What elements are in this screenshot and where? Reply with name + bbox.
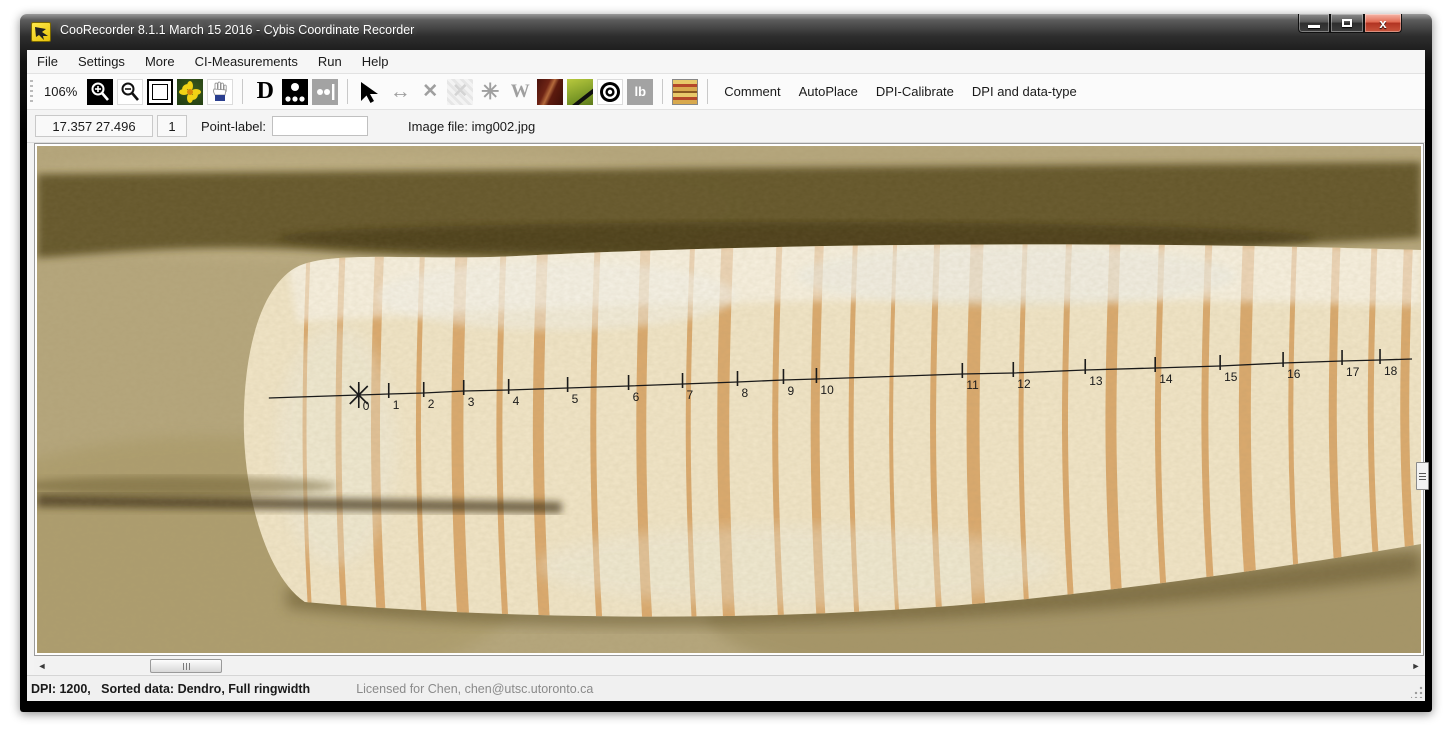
- w-point-button[interactable]: W: [507, 79, 533, 105]
- bullseye-button[interactable]: [597, 79, 623, 105]
- measure-point-label: 1: [393, 398, 400, 412]
- measure-point-label: 4: [513, 394, 520, 408]
- menu-help[interactable]: Help: [352, 51, 399, 72]
- zoom-out-icon: [119, 81, 141, 103]
- pan-hand-button[interactable]: [207, 79, 233, 105]
- measure-point-label: 3: [468, 395, 475, 409]
- measure-point-label: 8: [741, 386, 748, 400]
- cursor-coordinates: 17.357 27.496: [35, 115, 153, 137]
- vertical-splitter-grip[interactable]: [1416, 462, 1429, 490]
- menu-settings[interactable]: Settings: [68, 51, 135, 72]
- image-file-label: Image file: img002.jpg: [408, 119, 535, 134]
- scroll-left-arrow[interactable]: ◄: [34, 658, 50, 674]
- menu-ci-measurements[interactable]: CI-Measurements: [185, 51, 308, 72]
- horizontal-scrollbar[interactable]: ◄ ►: [34, 658, 1424, 674]
- pointer-arrow-icon: [357, 79, 383, 105]
- app-window: CooRecorder 8.1.1 March 15 2016 - Cybis …: [20, 14, 1432, 712]
- horizontal-move-button[interactable]: ↔: [387, 79, 413, 105]
- toolbar-separator: [662, 79, 663, 104]
- measure-point-label: 15: [1224, 370, 1238, 384]
- point-distance-icon: [313, 80, 337, 104]
- pan-hand-icon: [209, 81, 231, 103]
- point-distance-button[interactable]: [312, 79, 338, 105]
- toolbar-grip[interactable]: [30, 80, 33, 104]
- dendro-mode-button[interactable]: D: [252, 79, 278, 105]
- scrollbar-track[interactable]: [50, 658, 1408, 674]
- measure-point-label: 12: [1017, 377, 1031, 391]
- measure-point-label: 2: [428, 397, 435, 411]
- window-title: CooRecorder 8.1.1 March 15 2016 - Cybis …: [60, 23, 414, 37]
- toolbar-separator: [707, 79, 708, 104]
- zoom-in-icon: [89, 81, 111, 103]
- measure-point-label: 7: [687, 388, 694, 402]
- bullseye-icon: [598, 80, 622, 104]
- measure-point-label: 5: [572, 392, 579, 406]
- measure-point-label: 13: [1089, 374, 1103, 388]
- measure-point-label: 6: [633, 390, 640, 404]
- app-logo-glyph: [33, 24, 51, 42]
- measure-point-label: 10: [820, 383, 834, 397]
- measure-point-label: 14: [1159, 372, 1173, 386]
- flower-icon: [178, 80, 202, 104]
- close-button[interactable]: x: [1364, 14, 1402, 33]
- delete-all-button-disabled: ✕: [447, 79, 473, 105]
- close-icon: x: [1379, 16, 1386, 31]
- point-count: 1: [157, 115, 187, 137]
- scroll-right-arrow[interactable]: ►: [1408, 658, 1424, 674]
- zoom-level-label: 106%: [44, 84, 77, 99]
- toolbar: 106%: [27, 74, 1425, 110]
- image-canvas[interactable]: 0123456789101112131415161718: [34, 143, 1424, 656]
- point-label-caption: Point-label:: [201, 119, 266, 134]
- measure-point-label: 17: [1346, 365, 1360, 379]
- core-sample-photo: 0123456789101112131415161718: [37, 146, 1421, 653]
- points-icon: [283, 80, 307, 104]
- wood-sample-button[interactable]: [672, 79, 698, 105]
- delete-point-button[interactable]: ✕: [417, 79, 443, 105]
- zoom-in-button[interactable]: [87, 79, 113, 105]
- pointer-tool-button[interactable]: [357, 79, 383, 105]
- dpi-calibrate-button[interactable]: DPI-Calibrate: [876, 84, 954, 99]
- green-measure-button[interactable]: [567, 79, 593, 105]
- lb-button[interactable]: lb: [627, 79, 653, 105]
- autoplace-button[interactable]: AutoPlace: [799, 84, 858, 99]
- maximize-icon: [1342, 19, 1352, 27]
- dpi-datatype-button[interactable]: DPI and data-type: [972, 84, 1077, 99]
- resize-grip[interactable]: [1411, 686, 1423, 698]
- star-point-button[interactable]: ✳: [477, 79, 503, 105]
- measure-point-label: 18: [1384, 364, 1398, 378]
- toolbar-separator: [347, 79, 348, 104]
- toolbar-separator: [242, 79, 243, 104]
- comment-button[interactable]: Comment: [724, 84, 780, 99]
- maximize-button[interactable]: [1330, 14, 1364, 33]
- menu-run[interactable]: Run: [308, 51, 352, 72]
- point-label-input[interactable]: [272, 116, 368, 136]
- title-bar[interactable]: CooRecorder 8.1.1 March 15 2016 - Cybis …: [20, 14, 1432, 50]
- wood-core-photo-button[interactable]: [537, 79, 563, 105]
- menu-bar: File Settings More CI-Measurements Run H…: [27, 50, 1425, 74]
- minimize-icon: [1308, 25, 1320, 28]
- coordinate-bar: 17.357 27.496 1 Point-label: Image file:…: [27, 110, 1425, 143]
- measure-point-label: 9: [787, 384, 794, 398]
- dpi-status-label: DPI: 1200, Sorted data: Dendro, Full rin…: [31, 682, 310, 696]
- measure-point-label: 11: [966, 378, 979, 392]
- points-mode-button[interactable]: [282, 79, 308, 105]
- license-label: Licensed for Chen, chen@utsc.utoronto.ca: [356, 682, 593, 696]
- measure-point-label: 16: [1287, 367, 1301, 381]
- menu-file[interactable]: File: [27, 51, 68, 72]
- menu-more[interactable]: More: [135, 51, 185, 72]
- app-logo-icon: [31, 22, 51, 42]
- flower-image-button[interactable]: [177, 79, 203, 105]
- scrollbar-thumb[interactable]: [150, 659, 222, 673]
- rectangle-select-button[interactable]: [147, 79, 173, 105]
- minimize-button[interactable]: [1298, 14, 1330, 33]
- status-bar: DPI: 1200, Sorted data: Dendro, Full rin…: [27, 675, 1425, 701]
- zoom-out-button[interactable]: [117, 79, 143, 105]
- window-controls: x: [1298, 14, 1402, 33]
